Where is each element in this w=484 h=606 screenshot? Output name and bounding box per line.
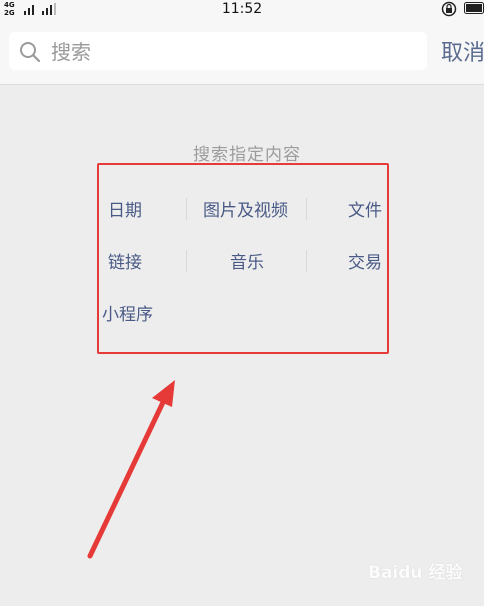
category-date[interactable]: 日期 (108, 196, 142, 221)
category-music[interactable]: 音乐 (230, 248, 264, 273)
baidu-watermark: Baidu 经验 (368, 563, 463, 583)
battery-icon (464, 2, 484, 14)
status-bar: 4G 2G 11:52 (0, 0, 484, 20)
search-box[interactable] (9, 32, 427, 70)
category-divider (186, 198, 187, 220)
category-photos-videos[interactable]: 图片及视频 (203, 196, 288, 221)
category-mini-programs[interactable]: 小程序 (102, 300, 153, 325)
status-time: 11:52 (221, 1, 263, 17)
category-divider (306, 198, 307, 220)
category-transactions[interactable]: 交易 (348, 248, 382, 273)
rotation-lock-icon (441, 1, 457, 17)
cancel-button[interactable]: 取消 (441, 35, 484, 67)
category-divider (186, 250, 187, 272)
category-divider (306, 250, 307, 272)
category-links[interactable]: 链接 (108, 248, 142, 273)
search-hint-title: 搜索指定内容 (193, 145, 301, 165)
annotation-arrow-icon (87, 380, 175, 559)
category-files[interactable]: 文件 (348, 196, 382, 221)
search-icon (20, 42, 41, 63)
search-input[interactable] (49, 36, 413, 68)
search-header: 取消 (0, 20, 484, 85)
